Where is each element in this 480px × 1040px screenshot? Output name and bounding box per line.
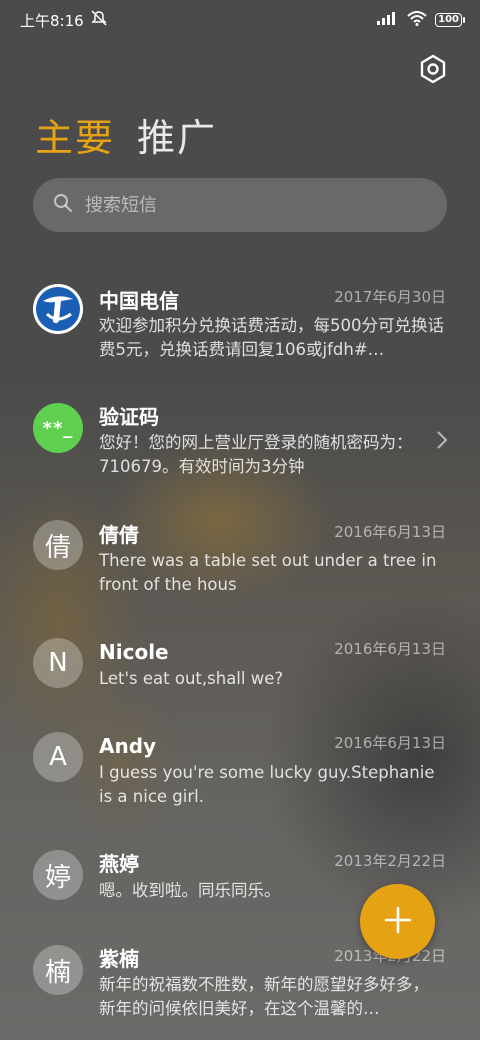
contact-avatar: 倩 bbox=[33, 520, 83, 570]
contact-name: 中国电信 bbox=[99, 289, 179, 313]
contact-name: 倩倩 bbox=[99, 523, 139, 547]
contact-name: 燕婷 bbox=[99, 852, 139, 876]
conversation-row[interactable]: A Andy 2016年6月13日 I guess you're some lu… bbox=[0, 732, 480, 812]
message-date: 2016年6月13日 bbox=[334, 640, 446, 658]
signal-icon bbox=[377, 11, 399, 29]
telecom-logo-avatar bbox=[33, 284, 83, 334]
tab-promotions[interactable]: 推广 bbox=[137, 114, 217, 162]
message-date: 2017年6月30日 bbox=[334, 288, 446, 306]
message-date: 2016年6月13日 bbox=[334, 734, 446, 752]
conversation-row[interactable]: 中国电信 2017年6月30日 欢迎参加积分兑换话费活动，每500分可兑换话费5… bbox=[0, 280, 480, 370]
chevron-right-icon bbox=[436, 430, 448, 454]
search-icon bbox=[53, 193, 73, 217]
conversation-row[interactable]: 倩 倩倩 2016年6月13日 There was a table set ou… bbox=[0, 520, 480, 610]
battery-icon: 100 bbox=[435, 13, 465, 27]
settings-icon[interactable] bbox=[418, 54, 448, 84]
message-preview: 欢迎参加积分兑换话费活动，每500分可兑换话费5元，兑换话费请回复106或jfd… bbox=[99, 316, 444, 359]
conversation-row[interactable]: 楠 紫楠 2013年2月22日 新年的祝福数不胜数，新年的愿望好多好多，新年的问… bbox=[0, 945, 480, 1035]
plus-icon bbox=[384, 906, 412, 938]
contact-name: Andy bbox=[99, 734, 157, 758]
message-date: 2016年6月13日 bbox=[334, 523, 446, 541]
search-bar[interactable] bbox=[33, 178, 447, 232]
contact-name: 验证码 bbox=[99, 405, 159, 429]
tab-bar: 主要 推广 bbox=[35, 114, 217, 162]
message-preview: 嗯。收到啦。同乐同乐。 bbox=[99, 881, 281, 900]
status-time: 上午8:16 bbox=[20, 11, 84, 30]
message-preview: 新年的祝福数不胜数，新年的愿望好多好多，新年的问候依旧美好，在这个温馨的… bbox=[99, 975, 429, 1018]
conversation-row[interactable]: N Nicole 2016年6月13日 Let's eat out,shall … bbox=[0, 638, 480, 698]
message-preview: I guess you're some lucky guy.Stephanie … bbox=[99, 763, 435, 806]
conversation-row[interactable]: **_ 验证码 您好！您的网上营业厅登录的随机密码为：710679。有效时间为3… bbox=[0, 400, 480, 490]
contact-avatar: 婷 bbox=[33, 850, 83, 900]
wifi-icon bbox=[407, 10, 427, 30]
contact-name: 紫楠 bbox=[99, 947, 139, 971]
mute-icon bbox=[90, 10, 108, 30]
message-date: 2013年2月22日 bbox=[334, 852, 446, 870]
message-preview: Let's eat out,shall we? bbox=[99, 669, 284, 688]
search-input[interactable] bbox=[83, 193, 407, 217]
message-preview: There was a table set out under a tree i… bbox=[99, 551, 437, 594]
status-bar: 上午8:16 100 bbox=[0, 0, 480, 40]
contact-avatar: N bbox=[33, 638, 83, 688]
contact-name: Nicole bbox=[99, 640, 169, 664]
message-preview: 您好！您的网上营业厅登录的随机密码为：710679。有效时间为3分钟 bbox=[99, 433, 413, 476]
compose-button[interactable] bbox=[360, 884, 435, 959]
tab-primary[interactable]: 主要 bbox=[35, 114, 115, 162]
contact-avatar: 楠 bbox=[33, 945, 83, 995]
verification-code-avatar: **_ bbox=[33, 403, 83, 453]
contact-avatar: A bbox=[33, 732, 83, 782]
